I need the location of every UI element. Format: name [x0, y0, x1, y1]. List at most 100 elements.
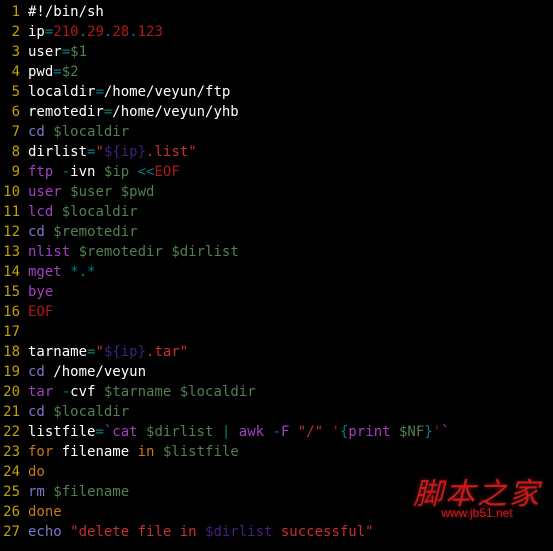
token: 123: [138, 24, 163, 40]
code-content[interactable]: #!/bin/ship=210.29.28.123user=$1pwd=$2lo…: [28, 2, 553, 542]
token: =: [62, 44, 70, 60]
token: [62, 264, 70, 280]
code-line[interactable]: user=$1: [28, 42, 553, 62]
line-number: 3: [0, 42, 20, 62]
code-line[interactable]: bye: [28, 282, 553, 302]
code-line[interactable]: cd /home/veyun: [28, 362, 553, 382]
code-line[interactable]: cd $localdir: [28, 122, 553, 142]
code-line[interactable]: [28, 322, 553, 342]
token: $localdir: [180, 384, 256, 400]
token: $localdir: [53, 404, 129, 420]
code-line[interactable]: do: [28, 462, 553, 482]
token: done: [28, 504, 62, 520]
line-number: 27: [0, 522, 20, 542]
line-number: 10: [0, 182, 20, 202]
code-line[interactable]: #!/bin/sh: [28, 2, 553, 22]
code-line[interactable]: cd $remotedir: [28, 222, 553, 242]
line-number: 11: [0, 202, 20, 222]
token: print: [348, 424, 399, 440]
code-line[interactable]: ftp -ivn $ip <<EOF: [28, 162, 553, 182]
token: ": [95, 344, 103, 360]
token: [62, 184, 70, 200]
token: cd: [28, 404, 45, 420]
code-line[interactable]: EOF: [28, 302, 553, 322]
token: tarname: [28, 344, 87, 360]
token: -: [62, 164, 70, 180]
code-line[interactable]: mget *.*: [28, 262, 553, 282]
line-number: 21: [0, 402, 20, 422]
token: -: [273, 424, 281, 440]
code-line[interactable]: rm $filename: [28, 482, 553, 502]
token: $tarname: [104, 384, 171, 400]
token: *.*: [70, 264, 95, 280]
token: echo: [28, 524, 62, 540]
token: $dirlist: [205, 524, 272, 540]
code-line[interactable]: localdir=/home/veyun/ftp: [28, 82, 553, 102]
code-line[interactable]: done: [28, 502, 553, 522]
code-line[interactable]: echo "delete file in $dirlist successful…: [28, 522, 553, 542]
token: EOF: [28, 304, 53, 320]
code-line[interactable]: cd $localdir: [28, 402, 553, 422]
token: /home/veyun: [45, 364, 146, 380]
token: [112, 184, 120, 200]
code-line[interactable]: remotedir=/home/veyun/yhb: [28, 102, 553, 122]
token: [213, 424, 221, 440]
token: `: [441, 424, 449, 440]
code-line[interactable]: tarname="${ip}.tar": [28, 342, 553, 362]
line-number: 24: [0, 462, 20, 482]
token: /home/veyun/ftp: [104, 84, 230, 100]
token: rm: [28, 484, 45, 500]
code-line[interactable]: for filename in $listfile: [28, 442, 553, 462]
code-line[interactable]: listfile=`cat $dirlist | awk -F "/" '{pr…: [28, 422, 553, 442]
token: localdir: [28, 84, 95, 100]
line-number: 20: [0, 382, 20, 402]
token: 210: [53, 24, 78, 40]
token: ": [95, 144, 103, 160]
token: "/": [298, 424, 323, 440]
token: $1: [70, 44, 87, 60]
token: #!/bin/sh: [28, 4, 104, 20]
token: mget: [28, 264, 62, 280]
line-number-gutter: 1234567891011121314151617181920212223242…: [0, 2, 28, 542]
code-line[interactable]: lcd $localdir: [28, 202, 553, 222]
token: $dirlist: [146, 424, 213, 440]
code-line[interactable]: tar -cvf $tarname $localdir: [28, 382, 553, 402]
token: $NF: [399, 424, 424, 440]
line-number: 15: [0, 282, 20, 302]
token: [70, 244, 78, 260]
token: }: [424, 424, 432, 440]
line-number: 9: [0, 162, 20, 182]
line-number: 8: [0, 142, 20, 162]
code-line[interactable]: ip=210.29.28.123: [28, 22, 553, 42]
token: for: [28, 444, 53, 460]
token: F: [281, 424, 298, 440]
token: $dirlist: [171, 244, 238, 260]
line-number: 2: [0, 22, 20, 42]
code-line[interactable]: dirlist="${ip}.list": [28, 142, 553, 162]
token: cd: [28, 124, 45, 140]
token: ivn: [70, 164, 104, 180]
token: /home/veyun/yhb: [112, 104, 238, 120]
token: .: [129, 24, 137, 40]
token: =: [95, 84, 103, 100]
token: ': [332, 424, 340, 440]
line-number: 17: [0, 322, 20, 342]
line-number: 6: [0, 102, 20, 122]
token: $listfile: [163, 444, 239, 460]
token: cd: [28, 224, 45, 240]
code-line[interactable]: user $user $pwd: [28, 182, 553, 202]
token: ${ip}: [104, 344, 146, 360]
token: user: [28, 184, 62, 200]
line-number: 22: [0, 422, 20, 442]
token: $2: [62, 64, 79, 80]
token: [171, 384, 179, 400]
line-number: 25: [0, 482, 20, 502]
token: remotedir: [28, 104, 104, 120]
token: pwd: [28, 64, 53, 80]
token: $user: [70, 184, 112, 200]
token: EOF: [154, 164, 179, 180]
code-line[interactable]: nlist $remotedir $dirlist: [28, 242, 553, 262]
code-line[interactable]: pwd=$2: [28, 62, 553, 82]
token: filename: [53, 444, 137, 460]
token: 29: [87, 24, 104, 40]
